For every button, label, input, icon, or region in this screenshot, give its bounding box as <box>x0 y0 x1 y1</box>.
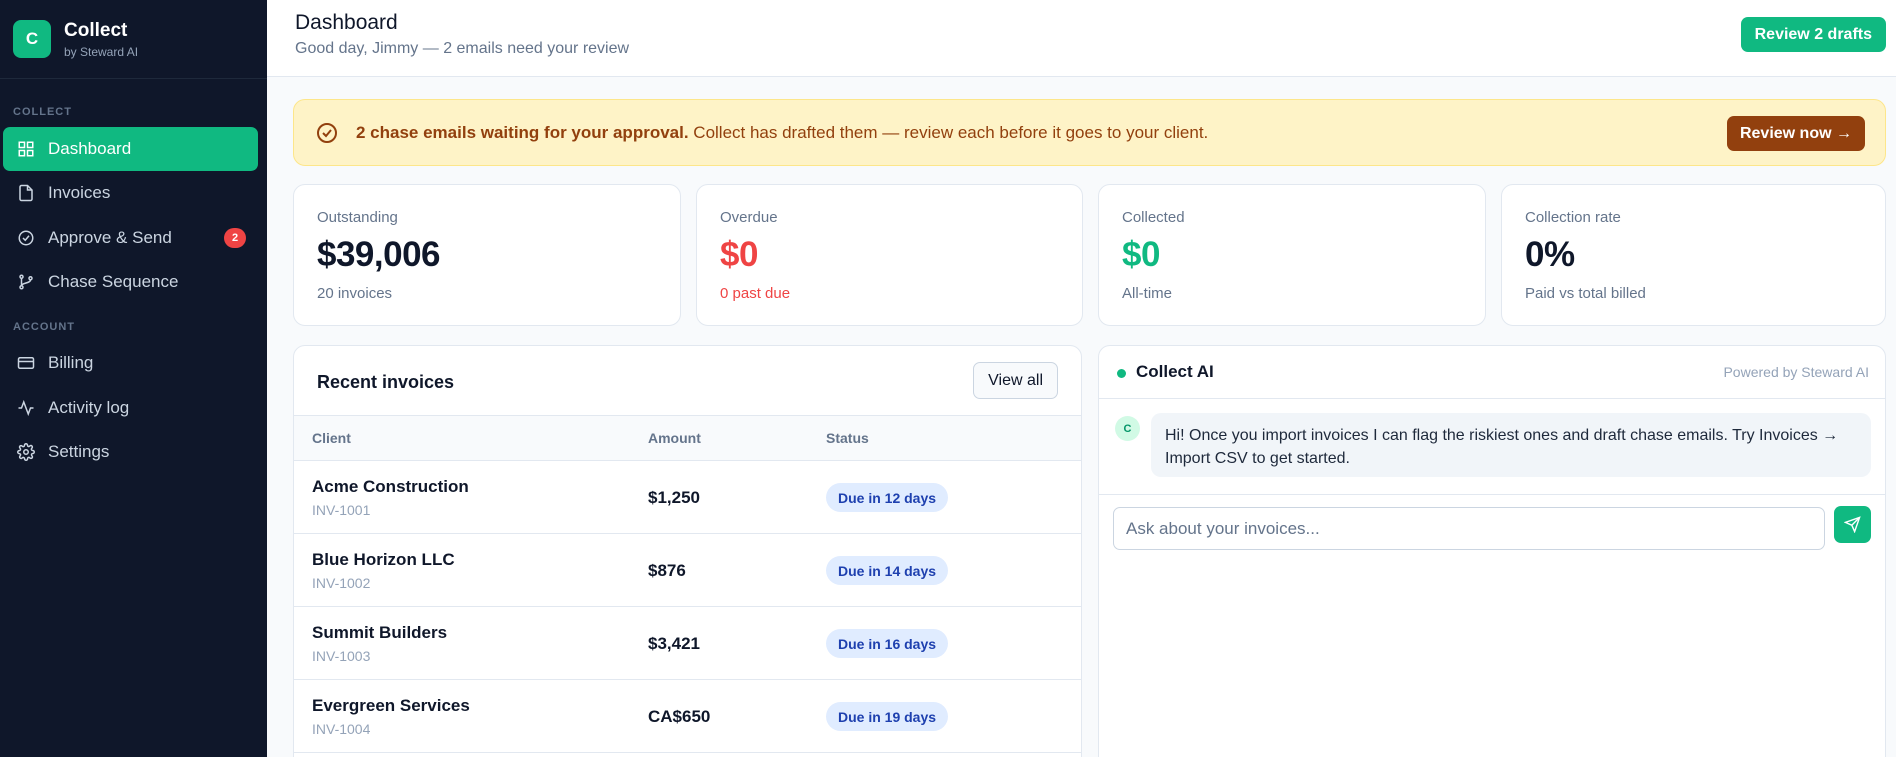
table-header: Client Amount Status <box>294 415 1081 461</box>
sidebar-item-label: Settings <box>48 442 110 461</box>
table-row[interactable]: Summit Builders INV-1003 $3,421 Due in 1… <box>294 607 1081 680</box>
sidebar-item-label: Dashboard <box>48 139 132 158</box>
client-name: Acme Construction <box>312 477 469 496</box>
sidebar-item-approve-send[interactable]: Approve & Send 2 <box>3 216 258 260</box>
invoice-id: INV-1001 <box>312 502 371 518</box>
sidebar-item-label: Billing <box>48 353 94 372</box>
nav-section-collect: COLLECT <box>13 106 72 118</box>
client-name: Evergreen Services <box>312 696 470 715</box>
banner-bold-text: 2 chase emails waiting for your approval… <box>356 122 689 142</box>
ai-panel-header: Collect AI Powered by Steward AI <box>1099 346 1885 399</box>
ai-powered-by: Powered by Steward AI <box>1723 364 1869 380</box>
status-badge: Due in 19 days <box>826 702 949 731</box>
review-drafts-button[interactable]: Review 2 drafts <box>1740 17 1886 52</box>
stat-value: $0 <box>720 235 758 274</box>
banner-detail-text: Collect has drafted them — review each b… <box>688 122 1209 142</box>
invoice-amount: $876 <box>648 561 686 580</box>
brand-name: Collect <box>64 19 128 41</box>
collect-ai-panel: Collect AI Powered by Steward AI C Hi! O… <box>1098 345 1886 757</box>
recent-invoices-title: Recent invoices <box>317 372 455 392</box>
sidebar-item-settings[interactable]: Settings <box>3 430 258 474</box>
stat-label: Collection rate <box>1525 209 1621 226</box>
stat-subtext: All-time <box>1122 285 1173 302</box>
banner-message: 2 chase emails waiting for your approval… <box>356 123 1208 143</box>
stat-subtext: Paid vs total billed <box>1525 285 1646 302</box>
send-button[interactable] <box>1834 506 1871 543</box>
page-title: Dashboard <box>295 11 398 34</box>
recent-invoices-panel: Recent invoices View all Client Amount S… <box>293 345 1082 757</box>
branch-icon <box>16 273 35 292</box>
avatar: C <box>1115 416 1140 441</box>
page-subtitle: Good day, Jimmy — 2 emails need your rev… <box>295 40 630 57</box>
sidebar-item-label: Activity log <box>48 398 130 417</box>
invoice-id: INV-1002 <box>312 575 371 591</box>
stat-subtext: 0 past due <box>720 285 791 302</box>
sidebar-item-invoices[interactable]: Invoices <box>3 171 258 215</box>
invoice-id: INV-1003 <box>312 648 371 664</box>
stat-subtext: 20 invoices <box>317 285 393 302</box>
stat-card-collection-rate: Collection rate 0% Paid vs total billed <box>1501 184 1886 326</box>
stat-label: Outstanding <box>317 209 398 226</box>
stat-value: $0 <box>1122 235 1160 274</box>
credit-card-icon <box>16 354 35 373</box>
client-name: Summit Builders <box>312 623 448 642</box>
status-badge: Due in 12 days <box>826 483 949 512</box>
approval-banner: 2 chase emails waiting for your approval… <box>293 99 1886 166</box>
sidebar-item-label: Chase Sequence <box>48 272 179 291</box>
stat-label: Overdue <box>720 209 778 226</box>
ai-chat-input[interactable] <box>1113 507 1825 550</box>
check-circle-icon <box>16 229 35 248</box>
stat-card-collected: Collected $0 All-time <box>1098 184 1486 326</box>
grid-icon <box>16 140 35 159</box>
activity-icon <box>16 399 35 418</box>
sidebar-item-label: Approve & Send <box>48 228 172 247</box>
brand[interactable]: C Collect by Steward AI <box>0 0 267 79</box>
client-name: Blue Horizon LLC <box>312 550 455 569</box>
table-row[interactable]: Blue Horizon LLC INV-1002 $876 Due in 14… <box>294 534 1081 607</box>
page-header: Dashboard Good day, Jimmy — 2 emails nee… <box>267 0 1896 77</box>
ai-title: Collect AI <box>1136 362 1214 381</box>
check-circle-icon <box>315 121 339 145</box>
invoice-amount: $1,250 <box>648 488 700 507</box>
stat-label: Collected <box>1122 209 1185 226</box>
column-header-amount[interactable]: Amount <box>648 430 701 446</box>
status-badge: Due in 14 days <box>826 556 949 585</box>
file-icon <box>16 184 35 203</box>
approve-count-badge: 2 <box>224 228 246 248</box>
stat-card-overdue: Overdue $0 0 past due <box>696 184 1083 326</box>
nav-section-account: ACCOUNT <box>13 321 75 333</box>
stat-value: $39,006 <box>317 235 441 274</box>
invoice-amount: $3,421 <box>648 634 700 653</box>
sidebar-item-label: Invoices <box>48 183 111 202</box>
brand-logo: C <box>13 20 51 58</box>
sidebar-item-billing[interactable]: Billing <box>3 341 258 385</box>
status-badge: Due in 16 days <box>826 629 949 658</box>
stat-card-outstanding: Outstanding $39,006 20 invoices <box>293 184 681 326</box>
brand-subtitle: by Steward AI <box>64 44 139 59</box>
invoice-id: INV-1004 <box>312 721 371 737</box>
stat-value: 0% <box>1525 235 1575 274</box>
table-row[interactable]: Evergreen Services INV-1004 CA$650 Due i… <box>294 680 1081 753</box>
send-icon <box>1844 516 1861 533</box>
sidebar-item-dashboard[interactable]: Dashboard <box>3 127 258 171</box>
invoice-amount: CA$650 <box>648 707 711 726</box>
review-now-button[interactable]: Review now → <box>1726 116 1865 151</box>
table-row[interactable]: Acme Construction INV-1001 $1,250 Due in… <box>294 461 1081 534</box>
column-header-client[interactable]: Client <box>312 430 351 446</box>
online-status-dot <box>1117 369 1126 378</box>
divider <box>1099 494 1885 495</box>
sidebar-item-activity-log[interactable]: Activity log <box>3 386 258 430</box>
view-all-button[interactable]: View all <box>973 362 1058 399</box>
sidebar-item-chase-sequence[interactable]: Chase Sequence <box>3 260 258 304</box>
sidebar: C Collect by Steward AI COLLECT Dashboar… <box>0 0 267 757</box>
ai-message: Hi! Once you import invoices I can flag … <box>1151 413 1871 477</box>
gear-icon <box>16 443 35 462</box>
column-header-status[interactable]: Status <box>826 430 869 446</box>
